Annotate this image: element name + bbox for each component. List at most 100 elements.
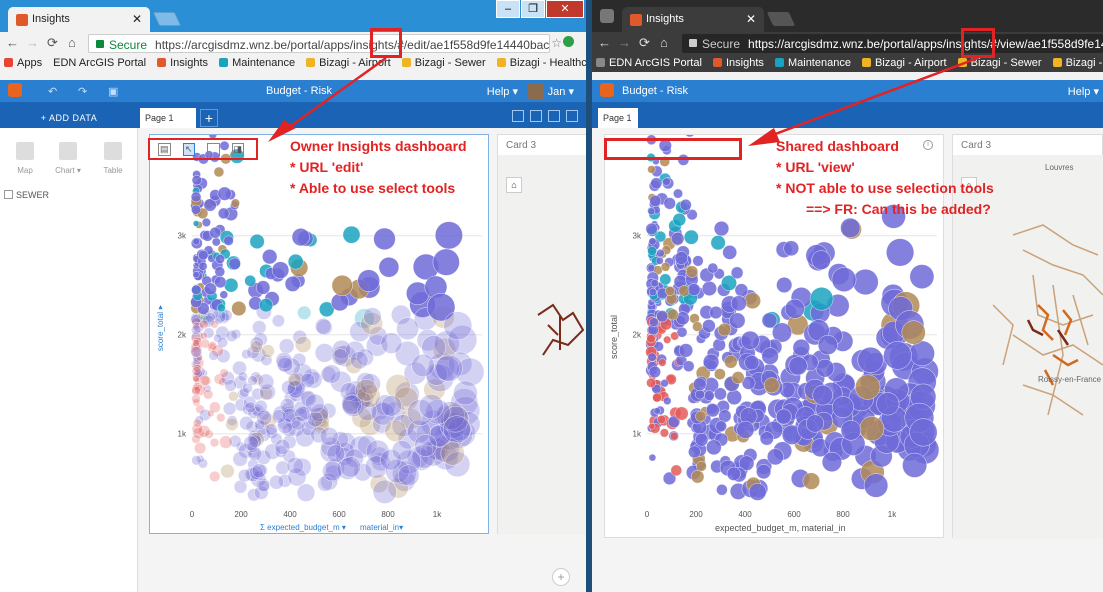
scatter-point[interactable] (731, 371, 745, 385)
scatter-point[interactable] (432, 248, 460, 276)
scatter-point[interactable] (704, 390, 715, 402)
scatter-point[interactable] (683, 229, 699, 245)
scatter-point[interactable] (688, 445, 701, 459)
scatter-point[interactable] (707, 262, 719, 274)
scatter-point[interactable] (287, 253, 304, 270)
scatter-point[interactable] (269, 474, 284, 490)
scatter-point[interactable] (726, 466, 741, 481)
scatter-point[interactable] (219, 435, 233, 449)
tab-page-1[interactable]: Page 1 (140, 108, 196, 128)
scatter-point[interactable] (380, 332, 403, 354)
scatter-point[interactable] (744, 355, 760, 371)
bookmark-item[interactable]: Insights (157, 57, 208, 69)
scatter-point[interactable] (225, 329, 238, 342)
scatter-point[interactable] (876, 392, 900, 416)
map-button[interactable]: Map (10, 142, 40, 175)
scatter-point[interactable] (678, 343, 694, 358)
scatter-point[interactable] (660, 379, 669, 388)
scatter-point[interactable] (650, 177, 663, 190)
avatar[interactable] (528, 83, 544, 99)
scatter-point[interactable] (217, 336, 229, 348)
scatter-point[interactable] (209, 471, 221, 483)
scatter-point[interactable] (655, 256, 664, 265)
scatter-point[interactable] (647, 207, 656, 216)
browser-tab[interactable]: Insights ✕ (8, 7, 150, 32)
scatter-point[interactable] (669, 432, 679, 441)
scatter-point[interactable] (339, 456, 361, 478)
scatter-point[interactable] (901, 320, 926, 345)
close-window-button[interactable]: ✕ (546, 0, 584, 18)
bookmark-item[interactable]: Bizagi - Sewer (957, 57, 1042, 69)
scatter-point[interactable] (192, 237, 200, 246)
x-axis-field-selector[interactable]: Σ expected_budget_m ▾ (260, 523, 346, 532)
scatter-point[interactable] (718, 409, 732, 423)
scatter-point[interactable] (191, 284, 202, 296)
scatter-point[interactable] (191, 366, 202, 376)
scatter-point[interactable] (705, 403, 720, 418)
scatter-point[interactable] (759, 431, 774, 446)
scatter-point[interactable] (857, 346, 884, 373)
scatter-point[interactable] (852, 268, 879, 295)
new-tab-button[interactable] (152, 12, 182, 26)
chart-button[interactable]: Chart ▾ (53, 142, 83, 175)
scatter-point[interactable] (190, 191, 202, 203)
scatter-point[interactable] (886, 238, 915, 267)
scatter-point[interactable] (710, 235, 726, 251)
bookmark-item[interactable]: Maintenance (774, 57, 851, 69)
scatter-point[interactable] (434, 221, 463, 250)
scatter-point[interactable] (291, 228, 310, 247)
scatter-point[interactable] (663, 396, 672, 406)
browser-tab[interactable]: Insights ✕ (622, 7, 764, 32)
scatter-point[interactable] (702, 353, 720, 371)
scatter-point[interactable] (663, 197, 676, 210)
scatter-point[interactable] (297, 305, 312, 320)
scatter-point[interactable] (840, 217, 861, 238)
close-tab-icon[interactable]: ✕ (132, 12, 142, 26)
scatter-point[interactable] (647, 352, 657, 362)
scatter-point[interactable] (690, 470, 705, 484)
scatter-point[interactable] (832, 396, 854, 418)
scatter-point[interactable] (214, 266, 226, 277)
scatter-point[interactable] (716, 484, 728, 496)
scatter-point[interactable] (761, 347, 779, 365)
scatter-point[interactable] (676, 326, 688, 338)
scatter-point[interactable] (204, 282, 217, 296)
scatter-point[interactable] (192, 271, 200, 279)
scatter-point[interactable] (663, 335, 672, 344)
scatter-point[interactable] (384, 419, 407, 442)
scatter-point[interactable] (666, 308, 679, 321)
scatter-point[interactable] (648, 237, 657, 246)
scatter-point[interactable] (811, 250, 831, 270)
pointer-select-icon[interactable]: ↖ (182, 143, 195, 156)
scatter-point[interactable] (341, 394, 362, 416)
scatter-point[interactable] (287, 372, 302, 387)
scatter-point[interactable] (286, 457, 304, 475)
scatter-point[interactable] (209, 226, 222, 239)
scatter-point[interactable] (736, 420, 755, 439)
scatter-point[interactable] (682, 360, 695, 372)
extension-icon[interactable] (563, 36, 574, 47)
scatter-point[interactable] (722, 245, 737, 260)
scatter-point[interactable] (671, 232, 685, 246)
scatter-point[interactable] (398, 464, 420, 486)
maximize-button[interactable]: ❐ (521, 0, 545, 18)
scatter-point[interactable] (271, 261, 290, 279)
save-icon[interactable]: ▣ (108, 85, 118, 98)
scatter-point[interactable] (453, 380, 478, 406)
scatter-point[interactable] (243, 435, 259, 451)
scatter-point[interactable] (223, 235, 234, 246)
scatter-point[interactable] (321, 364, 341, 384)
scatter-point[interactable] (262, 249, 278, 265)
scatter-point[interactable] (331, 274, 353, 296)
scatter-point[interactable] (291, 416, 306, 431)
reload-icon[interactable]: ⟳ (639, 35, 650, 51)
scatter-point[interactable] (250, 340, 263, 354)
scatter-point[interactable] (220, 464, 235, 479)
scatter-point[interactable] (391, 440, 413, 461)
reload-icon[interactable]: ⟳ (47, 35, 58, 51)
scatter-point[interactable] (256, 409, 272, 426)
scatter-point[interactable] (909, 340, 935, 367)
scatter-point[interactable] (653, 407, 661, 415)
scatter-point[interactable] (228, 257, 241, 270)
scatter-point[interactable] (657, 415, 666, 424)
